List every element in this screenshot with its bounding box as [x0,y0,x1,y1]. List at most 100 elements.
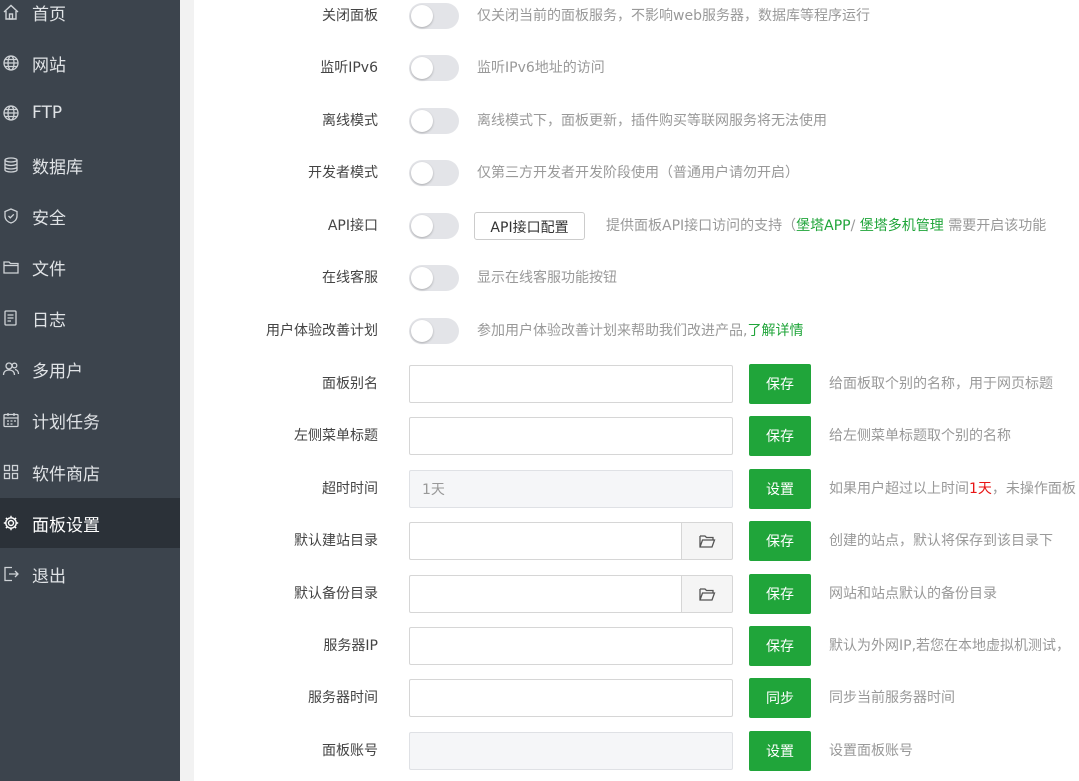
setting-row-api: API接口 API接口配置 提供面板API接口访问的支持（堡塔APP/ 堡塔多机… [194,206,1079,246]
panel-alias-save-button[interactable]: 保存 [749,364,811,404]
sidebar-item-label: 面板设置 [32,515,100,536]
setting-label: 左侧菜单标题 [294,428,378,444]
server-ip-input[interactable] [409,627,733,665]
sidebar-item-label: 退出 [32,566,66,587]
bt-app-link[interactable]: 堡塔APP [796,218,850,234]
sidebar-item-label: 多用户 [32,361,83,382]
toggle-knob [411,110,433,132]
setting-description: 同步当前服务器时间 [829,690,955,706]
setting-label: 面板别名 [322,376,378,392]
site-dir-save-button[interactable]: 保存 [749,521,811,561]
sidebar-item-home[interactable]: 首页 [0,0,180,37]
sidebar-item-files[interactable]: 文件 [0,242,180,292]
setting-label: 默认备份目录 [294,586,378,602]
sidebar-item-multi-user[interactable]: 多用户 [0,344,180,394]
server-time-input[interactable] [409,679,733,717]
offline-mode-toggle[interactable] [409,108,459,134]
setting-label: 默认建站目录 [294,533,378,549]
toggle-knob [411,320,433,342]
toggle-knob [411,215,433,237]
site-dir-browse-button[interactable] [681,522,733,560]
online-service-toggle[interactable] [409,265,459,291]
setting-label: 监听IPv6 [320,60,378,76]
setting-row-panel-account: 面板账号 设置 设置面板账号 [194,731,1079,771]
setting-description: 监听IPv6地址的访问 [477,60,605,76]
setting-label: 超时时间 [322,481,378,497]
setting-row-close-panel: 关闭面板 仅关闭当前的面板服务，不影响web服务器，数据库等程序运行 [194,0,1079,36]
logout-icon [2,565,20,583]
database-icon [2,156,20,174]
setting-description: 设置面板账号 [829,743,913,759]
folder-icon [2,258,20,276]
menu-title-input[interactable] [409,417,733,455]
sidebar-item-database[interactable]: 数据库 [0,140,180,190]
server-time-sync-button[interactable]: 同步 [749,678,811,718]
sidebar-item-label: 日志 [32,310,66,331]
setting-row-menu-title: 左侧菜单标题 保存 给左侧菜单标题取个别的名称 [194,416,1079,456]
sidebar-item-logout[interactable]: 退出 [0,549,180,599]
timeout-set-button[interactable]: 设置 [749,469,811,509]
panel-account-input [409,732,733,770]
learn-more-link[interactable]: 了解详情 [747,323,803,339]
site-dir-input[interactable] [409,522,681,560]
sidebar-item-panel-settings[interactable]: 面板设置 [0,498,180,548]
sidebar-item-security[interactable]: 安全 [0,191,180,241]
setting-label: API接口 [327,218,378,234]
setting-description: 网站和站点默认的备份目录 [829,586,997,602]
toggle-knob [411,162,433,184]
setting-row-server-time: 服务器时间 同步 同步当前服务器时间 [194,678,1079,718]
setting-description: 显示在线客服功能按钮 [477,270,617,286]
folder-open-icon [699,535,716,548]
server-ip-save-button[interactable]: 保存 [749,626,811,666]
setting-row-site-dir: 默认建站目录 保存 创建的站点，默认将保存到该目录下 [194,521,1079,561]
timeout-desc-highlight: 1天 [969,481,992,497]
menu-title-save-button[interactable]: 保存 [749,416,811,456]
setting-description: 仅第三方开发者开发阶段使用（普通用户请勿开启） [477,165,799,181]
sidebar-item-cron[interactable]: 计划任务 [0,395,180,445]
sidebar-item-website[interactable]: 网站 [0,38,180,88]
backup-dir-input[interactable] [409,575,681,613]
setting-description: 离线模式下，面板更新，插件购买等联网服务将无法使用 [477,113,827,129]
setting-description: 给左侧菜单标题取个别的名称 [829,428,1011,444]
toggle-knob [411,57,433,79]
sidebar-item-ftp[interactable]: FTP [0,88,180,138]
sidebar-item-app-store[interactable]: 软件商店 [0,447,180,497]
developer-mode-toggle[interactable] [409,160,459,186]
sidebar-item-label: 网站 [32,55,66,76]
setting-label: 开发者模式 [308,165,378,181]
setting-label: 面板账号 [322,743,378,759]
sidebar-item-label: 文件 [32,259,66,280]
home-icon [2,3,20,21]
folder-open-icon [699,588,716,601]
setting-label: 离线模式 [322,113,378,129]
ux-plan-desc: 参加用户体验改善计划来帮助我们改进产品, [477,323,748,339]
setting-row-offline: 离线模式 离线模式下，面板更新，插件购买等联网服务将无法使用 [194,101,1079,141]
backup-dir-browse-button[interactable] [681,575,733,613]
setting-description: 给面板取个别的名称，用于网页标题 [829,376,1053,392]
sidebar: 首页 网站 FTP 数据库 安全 文件 日志 多用户 计划任务 软件商店 面板设… [0,0,180,781]
sidebar-item-label: FTP [32,103,63,123]
bt-multi-machine-link[interactable]: 堡塔多机管理 [860,218,944,234]
setting-description: 参加用户体验改善计划来帮助我们改进产品,了解详情 [477,311,803,351]
backup-dir-save-button[interactable]: 保存 [749,574,811,614]
api-config-button[interactable]: API接口配置 [474,212,585,240]
timeout-desc-prefix: 如果用户超过以上时间 [829,481,969,497]
timeout-desc-suffix: ，未操作面板 [991,481,1076,497]
panel-account-set-button[interactable]: 设置 [749,731,811,771]
sidebar-item-label: 数据库 [32,157,83,178]
setting-row-timeout: 超时时间 设置 如果用户超过以上时间1天，未操作面板 [194,469,1079,509]
setting-description: 默认为外网IP,若您在本地虚拟机测试， [829,638,1071,654]
api-toggle[interactable] [409,213,459,239]
panel-alias-input[interactable] [409,365,733,403]
setting-row-developer: 开发者模式 仅第三方开发者开发阶段使用（普通用户请勿开启） [194,153,1079,193]
sidebar-item-label: 首页 [32,4,66,25]
ux-plan-toggle[interactable] [409,318,459,344]
sidebar-item-logs[interactable]: 日志 [0,293,180,343]
close-panel-toggle[interactable] [409,3,459,29]
ftp-globe-icon [2,104,20,122]
api-desc-suffix: 需要开启该功能 [943,218,1047,234]
globe-icon [2,54,20,72]
ipv6-toggle[interactable] [409,55,459,81]
setting-row-panel-alias: 面板别名 保存 给面板取个别的名称，用于网页标题 [194,364,1079,404]
timeout-input [409,470,733,508]
